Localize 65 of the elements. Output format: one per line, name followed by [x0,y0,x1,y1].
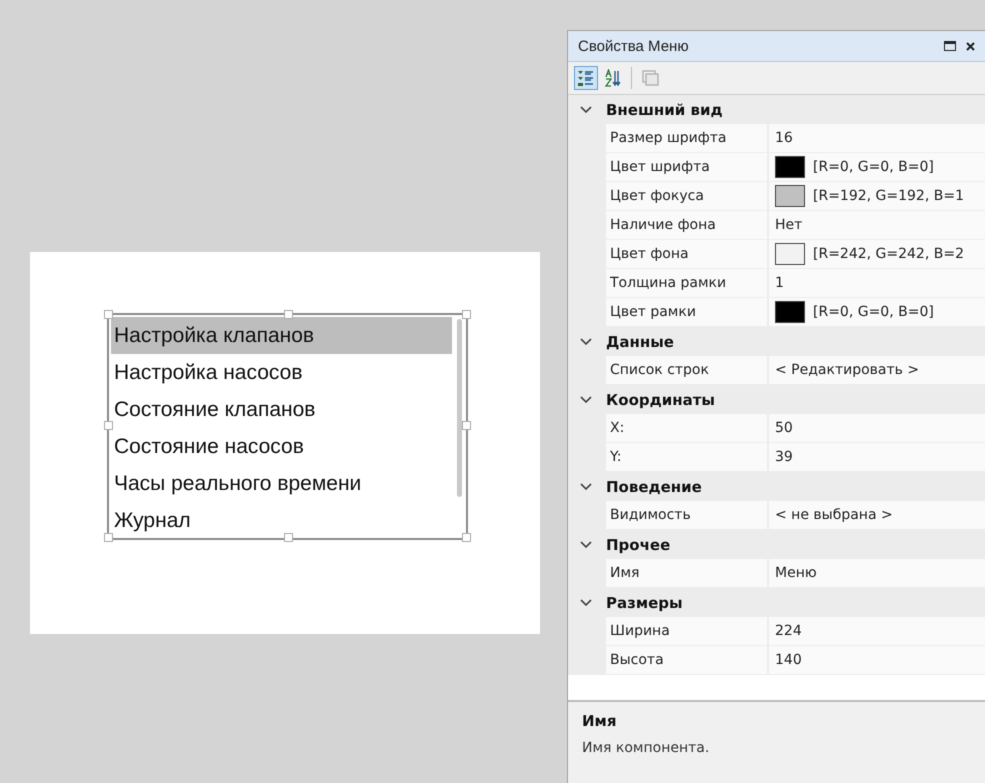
property-value[interactable]: 224 [769,617,985,646]
property-name: Имя [606,559,769,588]
property-value[interactable]: Меню [769,559,985,588]
property-value[interactable]: 140 [769,646,985,675]
categorized-view-button[interactable] [574,66,598,90]
menu-item[interactable]: Часы реального времени [111,465,452,502]
property-name: Высота [606,646,769,675]
property-value[interactable]: 16 [769,124,985,153]
chevron-icon[interactable] [580,106,592,114]
menu-item[interactable]: Журнал [111,502,452,539]
property-value[interactable]: 39 [769,443,985,472]
category-header: Прочее [606,536,670,554]
resize-handle[interactable] [104,421,113,430]
property-name: Список строк [606,356,769,385]
category-header: Данные [606,332,674,350]
category-header: Координаты [606,390,715,408]
resize-handle[interactable] [104,310,113,319]
category-header: Внешний вид [606,100,723,118]
chevron-icon[interactable] [580,598,592,606]
property-value[interactable]: [R=192, G=192, B=1 [769,182,985,211]
property-value[interactable]: < Редактировать > [769,356,985,385]
property-value[interactable]: Нет [769,211,985,240]
property-name: Цвет шрифта [606,153,769,182]
property-name: Видимость [606,501,769,530]
resize-handle[interactable] [284,310,293,319]
property-pages-icon [641,69,659,87]
property-name: Наличие фона [606,211,769,240]
property-value[interactable]: [R=0, G=0, B=0] [769,153,985,182]
resize-handle[interactable] [462,533,471,542]
description-text: Имя компонента. [582,740,710,756]
menu-item[interactable]: Настройка насосов [111,354,452,391]
maximize-icon[interactable] [944,41,956,51]
scrollbar-thumb[interactable] [457,319,462,497]
property-name: Цвет фона [606,240,769,269]
resize-handle[interactable] [104,533,113,542]
categorized-list-icon [577,69,595,87]
resize-handle[interactable] [462,421,471,430]
chevron-icon[interactable] [580,338,592,346]
property-value[interactable]: 50 [769,414,985,443]
close-icon[interactable] [966,42,975,50]
property-value[interactable]: [R=242, G=242, B=2 [769,240,985,269]
property-name: X: [606,414,769,443]
property-name: Размер шрифта [606,124,769,153]
resize-handle[interactable] [462,310,471,319]
chevron-icon[interactable] [580,396,592,404]
panel-title: Свойства Меню [578,38,690,54]
category-header: Размеры [606,594,683,612]
property-name: Толщина рамки [606,269,769,298]
category-header: Поведение [606,478,702,496]
menu-item[interactable]: Настройка клапанов [111,317,452,354]
menu-item[interactable]: Состояние клапанов [111,391,452,428]
menu-widget[interactable]: Настройка клапанов Настройка насосов Состояние клапанов Состояние насосов Часы реального времени Журнал [107,313,468,540]
property-name: Ширина [606,617,769,646]
property-value[interactable]: 1 [769,269,985,298]
description-title: Имя [582,712,618,730]
property-name: Цвет рамки [606,298,769,327]
sort-az-icon [604,69,622,87]
property-value[interactable]: < не выбрана > [769,501,985,530]
property-name: Y: [606,443,769,472]
menu-item[interactable]: Состояние насосов [111,428,452,465]
resize-handle[interactable] [284,533,293,542]
chevron-icon[interactable] [580,540,592,548]
property-name: Цвет фокуса [606,182,769,211]
property-value[interactable]: [R=0, G=0, B=0] [769,298,985,327]
chevron-icon[interactable] [580,482,592,490]
